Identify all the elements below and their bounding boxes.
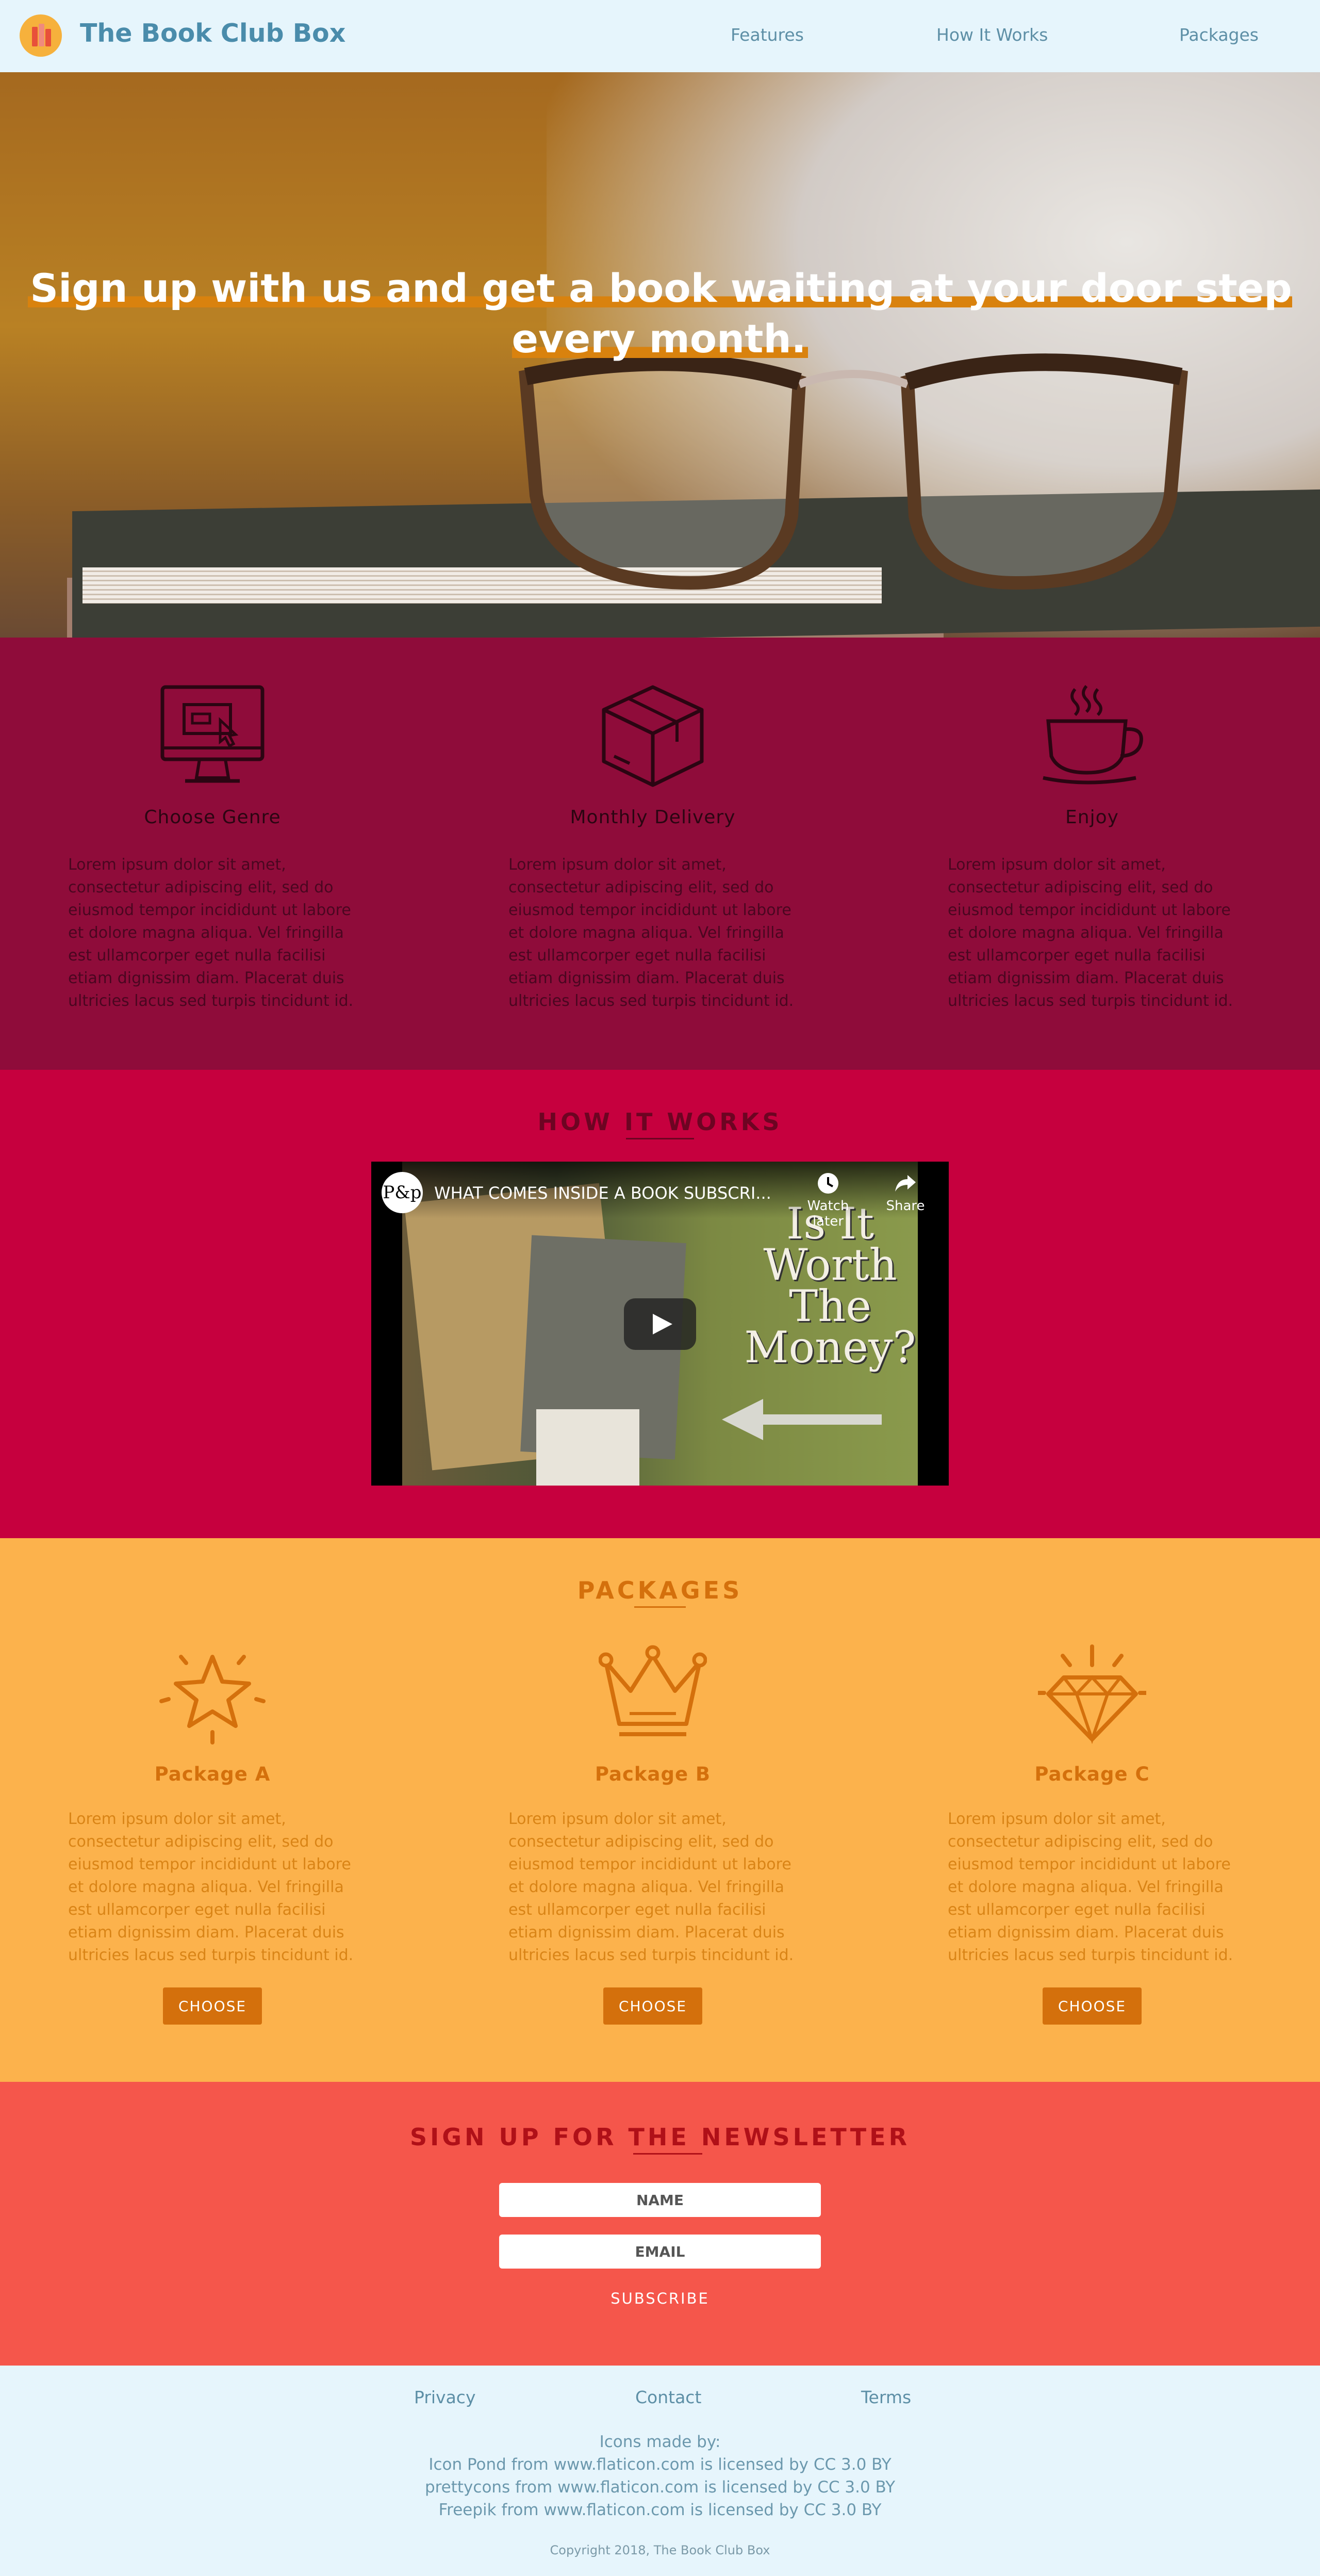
share-label: Share: [886, 1198, 925, 1214]
watch-later-label: Watch later: [807, 1198, 849, 1229]
package-text: Lorem ipsum dolor sit amet, consectetur …: [68, 1810, 354, 1964]
feature-text: Lorem ipsum dolor sit amet, consectetur …: [508, 856, 794, 1010]
diamond-icon: [1038, 1644, 1146, 1744]
video-player[interactable]: Is It Worth The Money? P&p WHAT COMES IN…: [371, 1162, 949, 1486]
feature-title: Choose Genre: [144, 807, 281, 828]
site-header: The Book Club Box Features How It Works …: [0, 0, 1320, 72]
watch-later-button[interactable]: Watch later: [792, 1172, 864, 1229]
footer-link-contact[interactable]: Contact: [635, 2387, 701, 2407]
credits-title: Icons made by:: [599, 2433, 721, 2451]
icon-credits: Icons made by: Icon Pond from www.flatic…: [0, 2431, 1320, 2521]
how-it-works-section: HOW IT WORKS Is It Worth The Money? P&p …: [0, 1070, 1320, 1538]
email-field[interactable]: [499, 2235, 821, 2269]
computer-icon: [160, 685, 265, 783]
package-b: Package B Lorem ipsum dolor sit amet, co…: [508, 1641, 797, 2025]
share-button[interactable]: Share: [869, 1172, 942, 1214]
books-icon[interactable]: [20, 14, 62, 57]
star-icon: [159, 1655, 266, 1744]
package-title: Package A: [154, 1763, 271, 1785]
play-button[interactable]: [624, 1298, 696, 1350]
crown-icon: [599, 1645, 707, 1736]
coffee-cup-icon: [1043, 685, 1143, 785]
brand-title[interactable]: The Book Club Box: [80, 19, 345, 48]
section-title: HOW IT WORKS: [537, 1108, 783, 1136]
feature-enjoy: Enjoy Lorem ipsum dolor sit amet, consec…: [948, 684, 1236, 1013]
copyright: Copyright 2018, The Book Club Box: [550, 2543, 770, 2557]
title-underline: [633, 2153, 702, 2155]
arrow-icon: [722, 1399, 882, 1440]
footer-link-privacy[interactable]: Privacy: [414, 2387, 475, 2407]
footer-link-terms[interactable]: Terms: [861, 2387, 911, 2407]
package-title: Package C: [1034, 1763, 1150, 1785]
title-underline: [634, 1606, 686, 1608]
clock-icon: [818, 1173, 838, 1194]
package-text: Lorem ipsum dolor sit amet, consectetur …: [508, 1810, 794, 1964]
newsletter-section: SIGN UP FOR THE NEWSLETTER SUBSCRIBE: [0, 2082, 1320, 2366]
choose-package-a-button[interactable]: CHOOSE: [163, 1987, 262, 2025]
choose-package-b-button[interactable]: CHOOSE: [603, 1987, 702, 2025]
credit-line: prettycons from www.flaticon.com is lice…: [424, 2478, 896, 2497]
video-title[interactable]: WHAT COMES INSIDE A BOOK SUBSCRI...: [434, 1183, 771, 1203]
nav-features[interactable]: Features: [731, 25, 804, 45]
nav-how-it-works[interactable]: How It Works: [936, 25, 1048, 45]
nav-packages[interactable]: Packages: [1179, 25, 1259, 45]
feature-monthly-delivery: Monthly Delivery Lorem ipsum dolor sit a…: [508, 684, 797, 1013]
package-c: Package C Lorem ipsum dolor sit amet, co…: [948, 1641, 1236, 2025]
feature-text: Lorem ipsum dolor sit amet, consectetur …: [948, 856, 1233, 1010]
title-underline: [626, 1138, 694, 1139]
feature-choose-genre: Choose Genre Lorem ipsum dolor sit amet,…: [68, 684, 357, 1013]
section-title: SIGN UP FOR THE NEWSLETTER: [409, 2123, 911, 2151]
feature-title: Enjoy: [1065, 807, 1119, 828]
package-title: Package B: [595, 1763, 711, 1785]
credit-line: Icon Pond from www.flaticon.com is licen…: [428, 2455, 892, 2474]
subscribe-button[interactable]: SUBSCRIBE: [583, 2283, 737, 2314]
package-text: Lorem ipsum dolor sit amet, consectetur …: [948, 1810, 1233, 1964]
name-field[interactable]: [499, 2183, 821, 2217]
package-a: Package A Lorem ipsum dolor sit amet, co…: [68, 1641, 357, 2025]
features-section: Choose Genre Lorem ipsum dolor sit amet,…: [0, 638, 1320, 1070]
box-icon: [602, 685, 704, 787]
packages-section: PACKAGES Package A Lorem ipsum dolor sit…: [0, 1538, 1320, 2082]
section-title: PACKAGES: [577, 1576, 743, 1604]
site-footer: Privacy Contact Terms Icons made by: Ico…: [0, 2366, 1320, 2576]
choose-package-c-button[interactable]: CHOOSE: [1043, 1987, 1142, 2025]
hero-section: Sign up with us and get a book waiting a…: [0, 72, 1320, 638]
channel-avatar[interactable]: P&p: [382, 1172, 423, 1213]
hero-title: Sign up with us and get a book waiting a…: [0, 263, 1320, 364]
feature-title: Monthly Delivery: [570, 807, 736, 828]
share-icon: [895, 1175, 916, 1192]
credit-line: Freepik from www.flaticon.com is license…: [438, 2501, 882, 2519]
feature-text: Lorem ipsum dolor sit amet, consectetur …: [68, 856, 354, 1010]
